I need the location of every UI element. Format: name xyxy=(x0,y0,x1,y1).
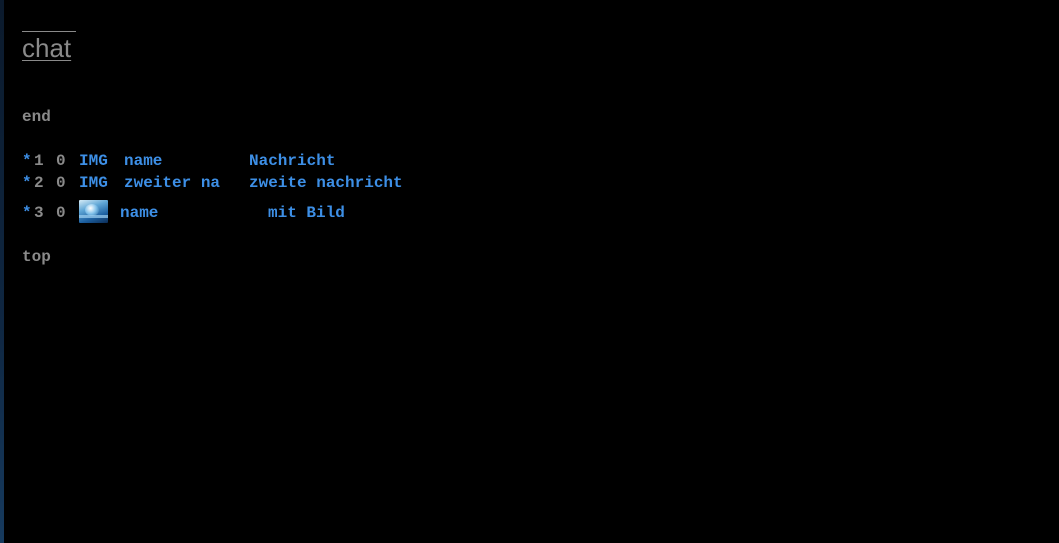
chat-title-link[interactable]: chat xyxy=(22,33,71,63)
message-author: name xyxy=(120,204,159,222)
title-rule xyxy=(22,31,76,32)
message-author: name xyxy=(124,152,163,170)
message-author: zweiter na xyxy=(124,174,221,192)
message-text: mit Bild xyxy=(268,204,345,222)
message-star[interactable]: * xyxy=(22,204,32,222)
message-index: 1 xyxy=(34,152,44,170)
message-index: 2 xyxy=(34,174,44,192)
message-image-placeholder: IMG xyxy=(79,174,108,192)
message-count: 0 xyxy=(56,174,66,192)
message-count: 0 xyxy=(56,204,66,222)
top-link[interactable]: top xyxy=(22,248,51,266)
end-link[interactable]: end xyxy=(22,108,51,126)
avatar-image-icon xyxy=(79,200,108,223)
message-image-placeholder: IMG xyxy=(79,152,108,170)
message-row-3: * 3 0 name mit Bild xyxy=(22,200,345,330)
message-index: 3 xyxy=(34,204,44,222)
message-text: Nachricht xyxy=(249,152,336,170)
message-count: 0 xyxy=(56,152,66,170)
avatar-stripe xyxy=(79,215,108,218)
message-star[interactable]: * xyxy=(22,152,32,170)
window-left-edge xyxy=(0,0,4,543)
message-text: zweite nachricht xyxy=(249,174,403,192)
message-star[interactable]: * xyxy=(22,174,32,192)
